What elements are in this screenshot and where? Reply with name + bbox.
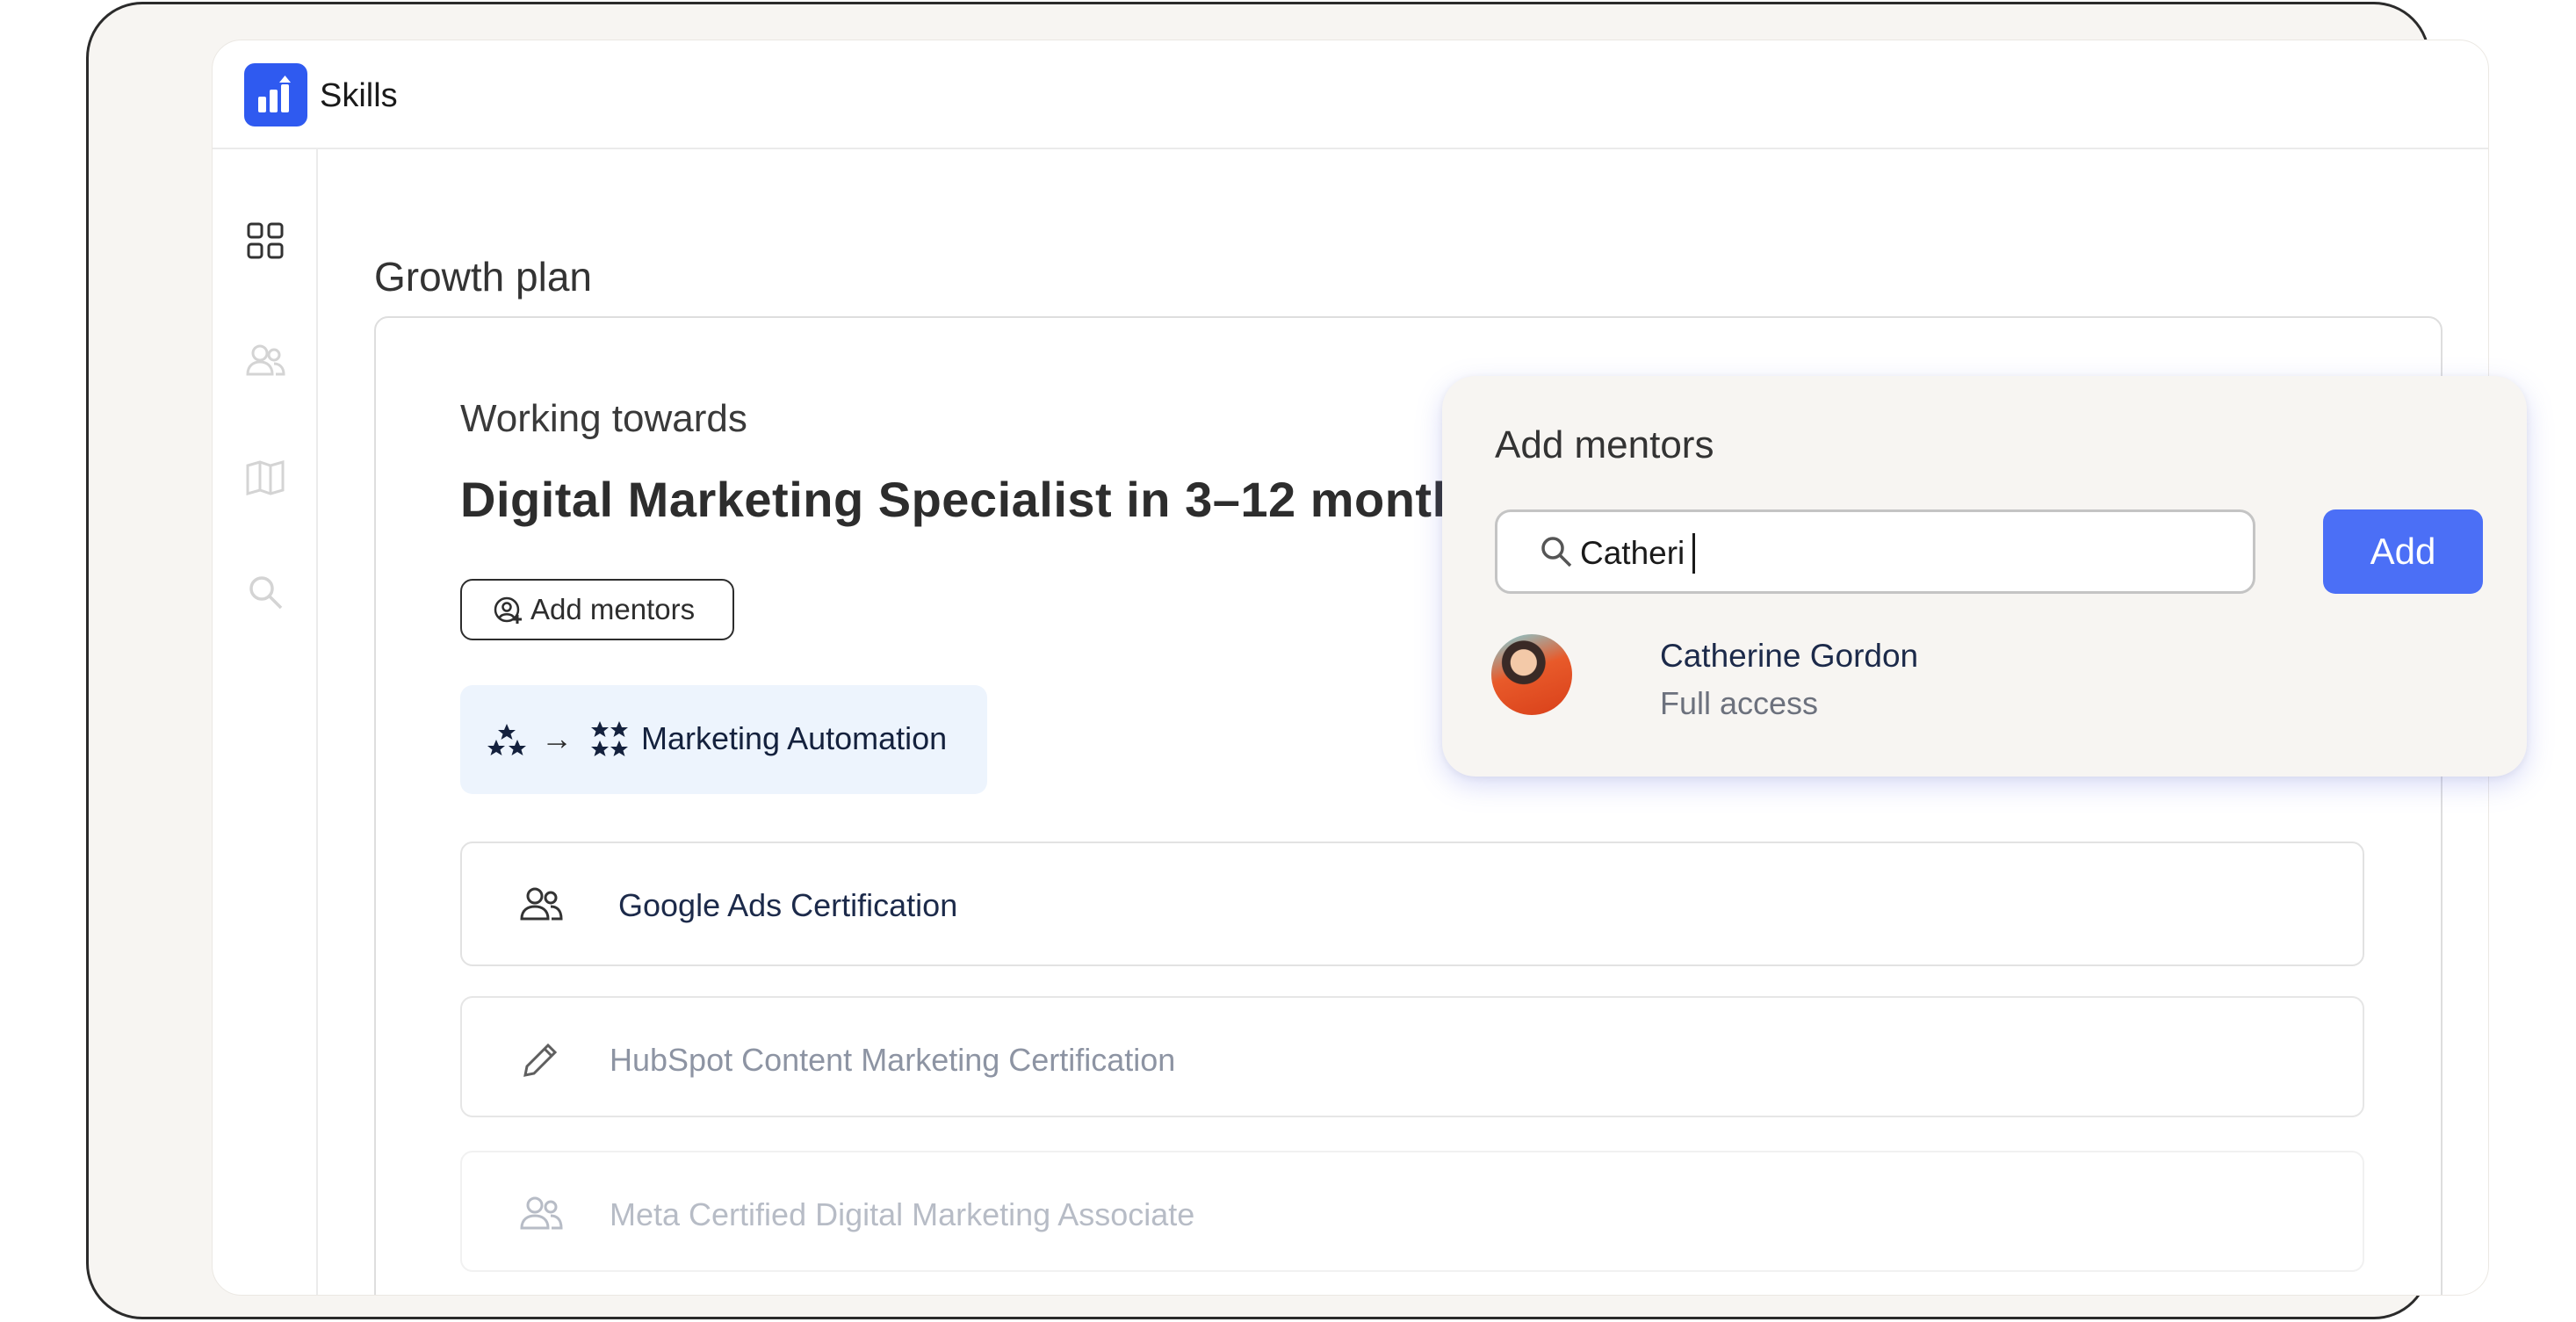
list-item[interactable]: Meta Certified Digital Marketing Associa… (460, 1151, 2364, 1272)
list-item-label: Meta Certified Digital Marketing Associa… (610, 1196, 1195, 1232)
text-caret (1692, 533, 1695, 574)
list-item-label: HubSpot Content Marketing Certification (610, 1042, 1176, 1078)
pencil-icon (523, 1043, 558, 1077)
mentor-search-field[interactable] (1495, 509, 2255, 594)
book-icon[interactable] (244, 457, 286, 499)
bar-chart-arrow-icon[interactable] (244, 63, 307, 126)
list-item[interactable]: HubSpot Content Marketing Certification (460, 996, 2364, 1117)
people-icon (520, 887, 563, 921)
brand-name: Skills (320, 77, 398, 114)
mentor-result[interactable]: Catherine Gordon Full access (1491, 634, 2106, 731)
search-icon (1541, 537, 1572, 567)
list-item[interactable]: Google Ads Certification (460, 842, 2364, 966)
page-title: Growth plan (374, 254, 593, 300)
add-button[interactable]: Add (2323, 509, 2483, 594)
add-mentors-label: Add mentors (530, 593, 696, 625)
list-item-label: Google Ads Certification (618, 887, 958, 923)
people-icon[interactable] (244, 339, 286, 381)
add-mentors-button[interactable]: Add mentors (460, 579, 734, 640)
sidebar (213, 149, 318, 1295)
people-icon (520, 1196, 563, 1230)
top-bar: Skills (213, 40, 2488, 149)
mentor-access: Full access (1660, 685, 1819, 721)
skill-chip[interactable]: → Marketing Automation (460, 685, 987, 794)
skill-chip-label: Marketing Automation (641, 720, 948, 756)
goal-title: Digital Marketing Specialist in 3–12 mon… (460, 472, 1490, 527)
grid-icon[interactable] (244, 220, 286, 262)
mentor-name: Catherine Gordon (1660, 638, 1919, 674)
working-towards-label: Working towards (460, 397, 747, 440)
stars-two-icon (487, 724, 526, 755)
add-mentors-popup: Add mentors Add Catherine Gordon Full ac… (1442, 376, 2527, 777)
stars-four-icon (591, 721, 628, 756)
avatar (1491, 634, 1572, 715)
popup-title: Add mentors (1495, 423, 1714, 466)
add-person-icon (494, 596, 522, 624)
search-icon[interactable] (244, 571, 286, 613)
arrow-right-icon: → (541, 720, 573, 756)
mentor-search-input[interactable] (1578, 528, 2214, 579)
